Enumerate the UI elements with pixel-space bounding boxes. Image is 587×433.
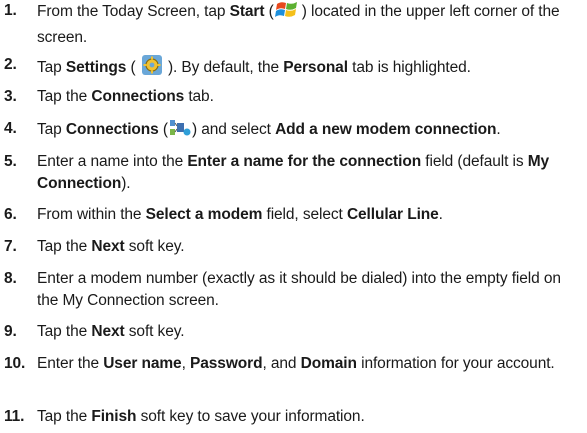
step-text: Tap the Next soft key. [37, 236, 585, 258]
ui-term: Connections [65, 121, 159, 138]
step-text-segment: ( [158, 121, 168, 138]
step-number: 7. [4, 238, 17, 255]
ui-term: Finish [91, 408, 137, 425]
ui-term: Next [91, 323, 125, 340]
ui-term: Next [91, 238, 125, 255]
step-text-segment: , and [262, 355, 301, 372]
step-number: 6. [4, 206, 17, 223]
step-text: From within the Select a modem field, se… [37, 204, 585, 226]
step-text-segment: tab is highlighted. [347, 59, 471, 76]
step-text: Enter the User name, Password, and Domai… [37, 353, 585, 375]
step-number: 2. [4, 56, 17, 73]
step-number: 5. [4, 153, 17, 170]
ui-term: Cellular Line [346, 206, 439, 223]
step-text-segment: . [496, 121, 501, 138]
step-text: Enter a modem number (exactly as it shou… [37, 268, 585, 312]
step-text-segment: field, select [262, 206, 347, 223]
step-text-segment: From the Today Screen, tap [37, 3, 230, 20]
step-text: Tap the Next soft key. [37, 321, 585, 343]
step-text-segment: information for your account. [356, 355, 555, 372]
step-text-segment: soft key. [124, 238, 185, 255]
step-number: 11. [4, 408, 25, 425]
ui-term: Settings [65, 59, 127, 76]
step-number: 10. [4, 355, 26, 372]
step-text: Tap the Connections tab. [37, 86, 585, 108]
ui-term: Start [229, 3, 265, 20]
step-text-segment: Tap the [37, 88, 92, 105]
step-text-segment: . [438, 206, 443, 223]
step-text-segment: Enter the [37, 355, 104, 372]
step-text-segment: ( [264, 3, 274, 20]
step-text: Enter a name into the Enter a name for t… [37, 151, 585, 195]
step-text: From the Today Screen, tap Start () loca… [37, 0, 585, 49]
ui-term: Enter a name for the connection [187, 153, 422, 170]
step-text: Tap Settings ( ). By default, the Person… [37, 54, 585, 83]
step-text-segment: ) and select [191, 121, 276, 138]
ui-term: Personal [283, 59, 348, 76]
step-text-segment: ). [121, 175, 131, 192]
step-text-segment: Tap [37, 59, 66, 76]
step-number: 9. [4, 323, 17, 340]
settings-gear-icon [141, 54, 163, 83]
ui-term: Select a modem [145, 206, 263, 223]
step-text-segment: Tap [37, 121, 66, 138]
step-number: 8. [4, 270, 17, 287]
windows-start-icon [274, 0, 301, 27]
ui-term: User name [103, 355, 182, 372]
step-number: 1. [4, 2, 17, 19]
ui-term: Add a new modem connection [275, 121, 497, 138]
step-text-segment: Tap the [37, 238, 92, 255]
ui-term: Connections [91, 88, 185, 105]
step-text-segment: Tap the [37, 408, 92, 425]
step-text-segment: , [181, 355, 191, 372]
ui-term: Password [190, 355, 263, 372]
step-number: 3. [4, 88, 17, 105]
step-text-segment: Enter a name into the [37, 153, 188, 170]
step-text: Tap the Finish soft key to save your inf… [37, 406, 585, 428]
step-text-segment: soft key to save your information. [136, 408, 365, 425]
step-text-segment: tab. [184, 88, 214, 105]
connections-network-icon [169, 118, 191, 145]
step-number: 4. [4, 120, 17, 137]
step-text: Tap Connections ( ) and select Add a new … [37, 118, 585, 145]
step-text-segment: From within the [37, 206, 146, 223]
step-text-segment: ). By default, the [163, 59, 284, 76]
step-text-segment: ( [126, 59, 140, 76]
step-text-segment: Enter a modem number (exactly as it shou… [37, 270, 561, 309]
step-text-segment: soft key. [124, 323, 185, 340]
step-text-segment: Tap the [37, 323, 92, 340]
ui-term: Domain [300, 355, 357, 372]
step-text-segment: field (default is [421, 153, 528, 170]
